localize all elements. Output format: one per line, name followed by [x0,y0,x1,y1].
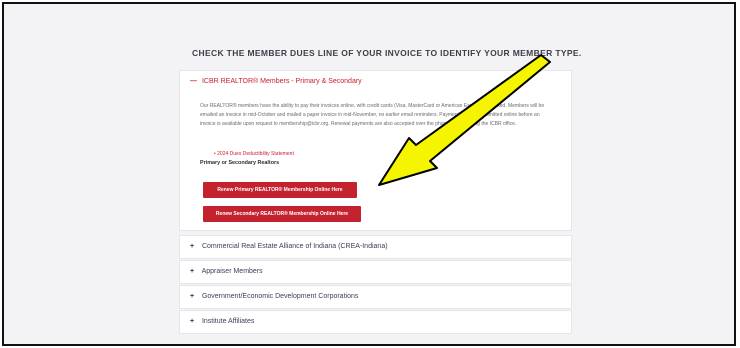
yellow-arrow-icon [378,54,551,186]
screenshot-frame: CHECK THE MEMBER DUES LINE OF YOUR INVOI… [2,2,736,346]
